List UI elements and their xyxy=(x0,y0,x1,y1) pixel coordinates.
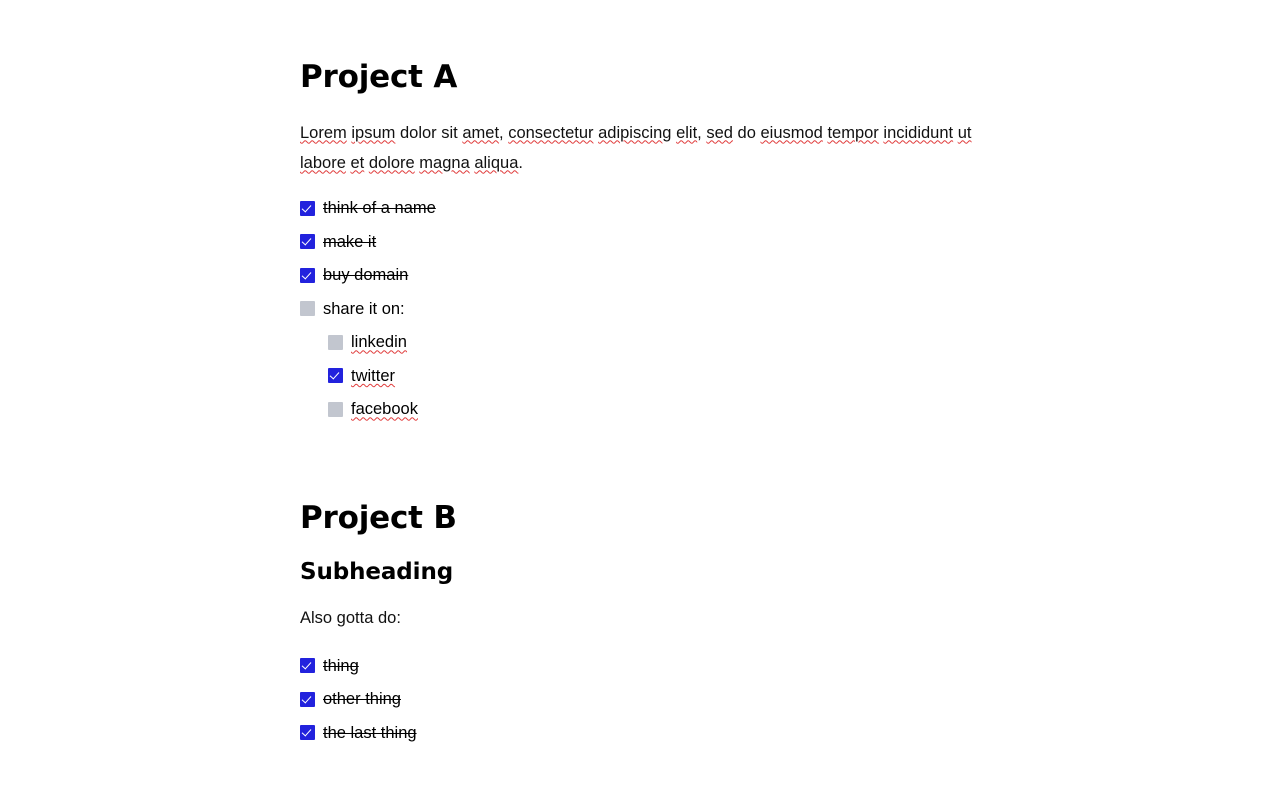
todo-label: the last thing xyxy=(323,723,417,742)
todo-label: make it xyxy=(323,232,377,251)
check-icon[interactable] xyxy=(300,658,315,674)
todo-label: think of a name xyxy=(323,199,436,218)
todo-label: facebook xyxy=(351,400,418,419)
check-icon[interactable] xyxy=(300,725,315,741)
todo-item[interactable]: think of a name xyxy=(300,192,990,226)
page-title-project-b: Project B xyxy=(300,500,457,537)
todo-item[interactable]: thing xyxy=(300,649,990,683)
misspelled-word: amet xyxy=(462,123,500,142)
todo-label: thing xyxy=(323,656,359,675)
misspelled-word: tempor xyxy=(827,123,879,142)
sub-todo-item[interactable]: linkedin xyxy=(328,326,990,360)
todo-item[interactable]: make it xyxy=(300,225,990,259)
misspelled-word: dolore xyxy=(368,153,415,172)
misspelled-word: ut xyxy=(957,123,972,142)
misspelled-word: eiusmod xyxy=(760,123,823,142)
sub-todo-item[interactable]: twitter xyxy=(328,359,990,393)
todo-label: twitter xyxy=(351,366,396,385)
todo-label: share it on: xyxy=(323,299,405,318)
misspelled-word: incididunt xyxy=(883,123,954,142)
project-b-subheading: Subheading xyxy=(300,558,454,585)
check-icon[interactable] xyxy=(300,691,315,707)
empty-checkbox-icon[interactable] xyxy=(328,401,343,417)
todo-item[interactable]: share it on: xyxy=(300,292,990,326)
empty-checkbox-icon[interactable] xyxy=(328,334,343,350)
check-icon[interactable] xyxy=(300,234,315,250)
todo-item[interactable]: buy domain xyxy=(300,259,990,293)
document-page: Project A Lorem ipsum dolor sit amet, co… xyxy=(0,0,1280,800)
todo-label: other thing xyxy=(323,690,401,709)
section-project-b: Project B Subheading Also gotta do: thin… xyxy=(300,426,990,750)
misspelled-word: sed xyxy=(706,123,733,142)
check-icon[interactable] xyxy=(300,200,315,216)
empty-checkbox-icon[interactable] xyxy=(300,301,315,317)
todo-label: buy domain xyxy=(323,266,409,285)
nested-checklist: linkedin twitter facebook xyxy=(300,326,990,427)
project-a-checklist: think of a name make it buy domain share it… xyxy=(300,192,990,427)
misspelled-word: magna xyxy=(419,153,470,172)
misspelled-word: aliqua xyxy=(474,153,519,172)
misspelled-word: consectetur xyxy=(508,123,594,142)
misspelled-word: elit xyxy=(676,123,698,142)
section-project-a: Project A Lorem ipsum dolor sit amet, co… xyxy=(300,0,990,426)
todo-label: linkedin xyxy=(351,333,407,352)
misspelled-word: labore xyxy=(300,153,346,172)
misspelled-word: et xyxy=(350,153,365,172)
sub-todo-item[interactable]: facebook xyxy=(328,393,990,427)
misspelled-word: ipsum xyxy=(351,123,396,142)
project-b-checklist: thing other thing the last thing xyxy=(300,649,990,750)
misspelled-word: adipiscing xyxy=(598,123,672,142)
page-title-project-a: Project A xyxy=(300,59,458,95)
project-b-intro-text: Also gotta do: xyxy=(300,609,401,628)
check-icon[interactable] xyxy=(328,368,343,384)
document-body: Project A Lorem ipsum dolor sit amet, co… xyxy=(300,0,990,750)
project-a-paragraph: Lorem ipsum dolor sit amet, consectetur … xyxy=(300,123,972,172)
misspelled-word: Lorem xyxy=(300,123,347,142)
todo-item[interactable]: the last thing xyxy=(300,716,990,750)
todo-item[interactable]: other thing xyxy=(300,683,990,717)
check-icon[interactable] xyxy=(300,267,315,283)
nested-checklist-wrapper: linkedin twitter facebook xyxy=(300,326,990,427)
